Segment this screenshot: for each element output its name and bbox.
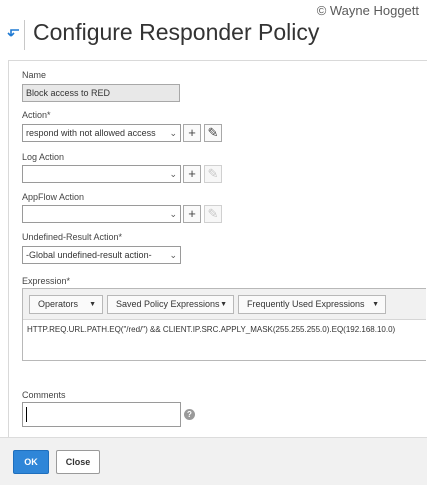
close-button[interactable]: Close bbox=[56, 450, 100, 474]
comments-input[interactable] bbox=[22, 402, 181, 427]
saved-policy-expressions-label: Saved Policy Expressions bbox=[116, 299, 220, 309]
back-arrow-icon[interactable] bbox=[6, 25, 20, 41]
action-label: Action* bbox=[22, 110, 51, 120]
caret-down-icon: ▼ bbox=[220, 301, 227, 308]
undefined-result-action-select[interactable]: -Global undefined-result action- ⌄ bbox=[22, 246, 181, 264]
text-cursor bbox=[26, 407, 27, 422]
log-action-select[interactable]: ⌄ bbox=[22, 165, 181, 183]
chevron-down-icon: ⌄ bbox=[169, 128, 177, 138]
header-divider bbox=[24, 20, 25, 50]
expression-text[interactable]: HTTP.REQ.URL.PATH.EQ("/red/") && CLIENT.… bbox=[27, 325, 395, 334]
edit-log-action-button[interactable]: ✎ bbox=[204, 165, 222, 183]
comments-label: Comments bbox=[22, 390, 66, 400]
add-action-button[interactable]: + bbox=[183, 124, 201, 142]
plus-icon: + bbox=[188, 166, 196, 181]
appflow-action-label: AppFlow Action bbox=[22, 192, 85, 202]
question-icon[interactable]: ? bbox=[184, 409, 195, 420]
name-label: Name bbox=[22, 70, 47, 80]
expression-label: Expression* bbox=[22, 276, 71, 286]
pencil-icon: ✎ bbox=[207, 125, 219, 140]
action-select-value: respond with not allowed access bbox=[26, 128, 156, 138]
chevron-down-icon: ⌄ bbox=[169, 169, 177, 179]
page-title: Configure Responder Policy bbox=[33, 19, 320, 45]
appflow-action-select[interactable]: ⌄ bbox=[22, 205, 181, 223]
chevron-down-icon: ⌄ bbox=[169, 250, 177, 260]
chevron-down-icon: ⌄ bbox=[169, 209, 177, 219]
caret-down-icon: ▼ bbox=[89, 301, 96, 308]
expression-editor[interactable]: Operators ▼ Saved Policy Expressions ▼ F… bbox=[22, 288, 426, 361]
frequently-used-expressions-dropdown[interactable]: Frequently Used Expressions ▼ bbox=[238, 295, 386, 314]
plus-icon: + bbox=[188, 206, 196, 221]
name-field[interactable]: Block access to RED bbox=[22, 84, 180, 102]
log-action-label: Log Action bbox=[22, 152, 65, 162]
add-log-action-button[interactable]: + bbox=[183, 165, 201, 183]
expression-toolbar: Operators ▼ Saved Policy Expressions ▼ F… bbox=[23, 289, 426, 320]
operators-dropdown[interactable]: Operators ▼ bbox=[29, 295, 103, 314]
undefined-result-action-select-value: -Global undefined-result action- bbox=[26, 250, 152, 260]
caret-down-icon: ▼ bbox=[372, 301, 379, 308]
operators-label: Operators bbox=[38, 299, 79, 309]
add-appflow-action-button[interactable]: + bbox=[183, 205, 201, 223]
plus-icon: + bbox=[188, 125, 196, 140]
pencil-icon: ✎ bbox=[207, 206, 219, 221]
pencil-icon: ✎ bbox=[207, 166, 219, 181]
frequently-used-expressions-label: Frequently Used Expressions bbox=[247, 299, 365, 309]
page-header: Configure Responder Policy bbox=[0, 16, 427, 56]
saved-policy-expressions-dropdown[interactable]: Saved Policy Expressions ▼ bbox=[107, 295, 234, 314]
edit-appflow-action-button[interactable]: ✎ bbox=[204, 205, 222, 223]
action-select[interactable]: respond with not allowed access ⌄ bbox=[22, 124, 181, 142]
undefined-result-action-label: Undefined-Result Action* bbox=[22, 232, 123, 242]
ok-button[interactable]: OK bbox=[13, 450, 49, 474]
dialog-footer: OK Close bbox=[0, 437, 427, 485]
edit-action-button[interactable]: ✎ bbox=[204, 124, 222, 142]
